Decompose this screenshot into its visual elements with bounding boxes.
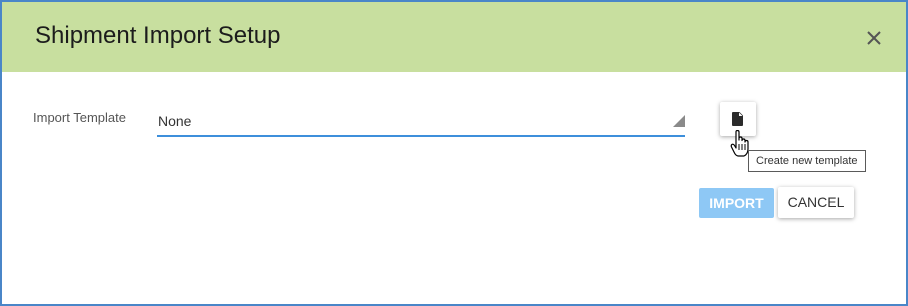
close-button[interactable]: [860, 24, 888, 52]
triangle-dropdown-icon: [673, 115, 685, 127]
import-template-label: Import Template: [33, 110, 126, 125]
dialog-header: Shipment Import Setup: [2, 2, 906, 72]
close-icon: [867, 31, 881, 45]
create-template-tooltip: Create new template: [748, 150, 866, 172]
dialog-title: Shipment Import Setup: [35, 22, 281, 49]
import-template-value: None: [158, 113, 192, 129]
import-template-select[interactable]: None: [157, 106, 685, 137]
import-button[interactable]: IMPORT: [699, 188, 774, 218]
cancel-button[interactable]: CANCEL: [778, 187, 854, 218]
shipment-import-dialog: Shipment Import Setup Import Template No…: [0, 0, 908, 306]
document-icon: [732, 112, 743, 126]
